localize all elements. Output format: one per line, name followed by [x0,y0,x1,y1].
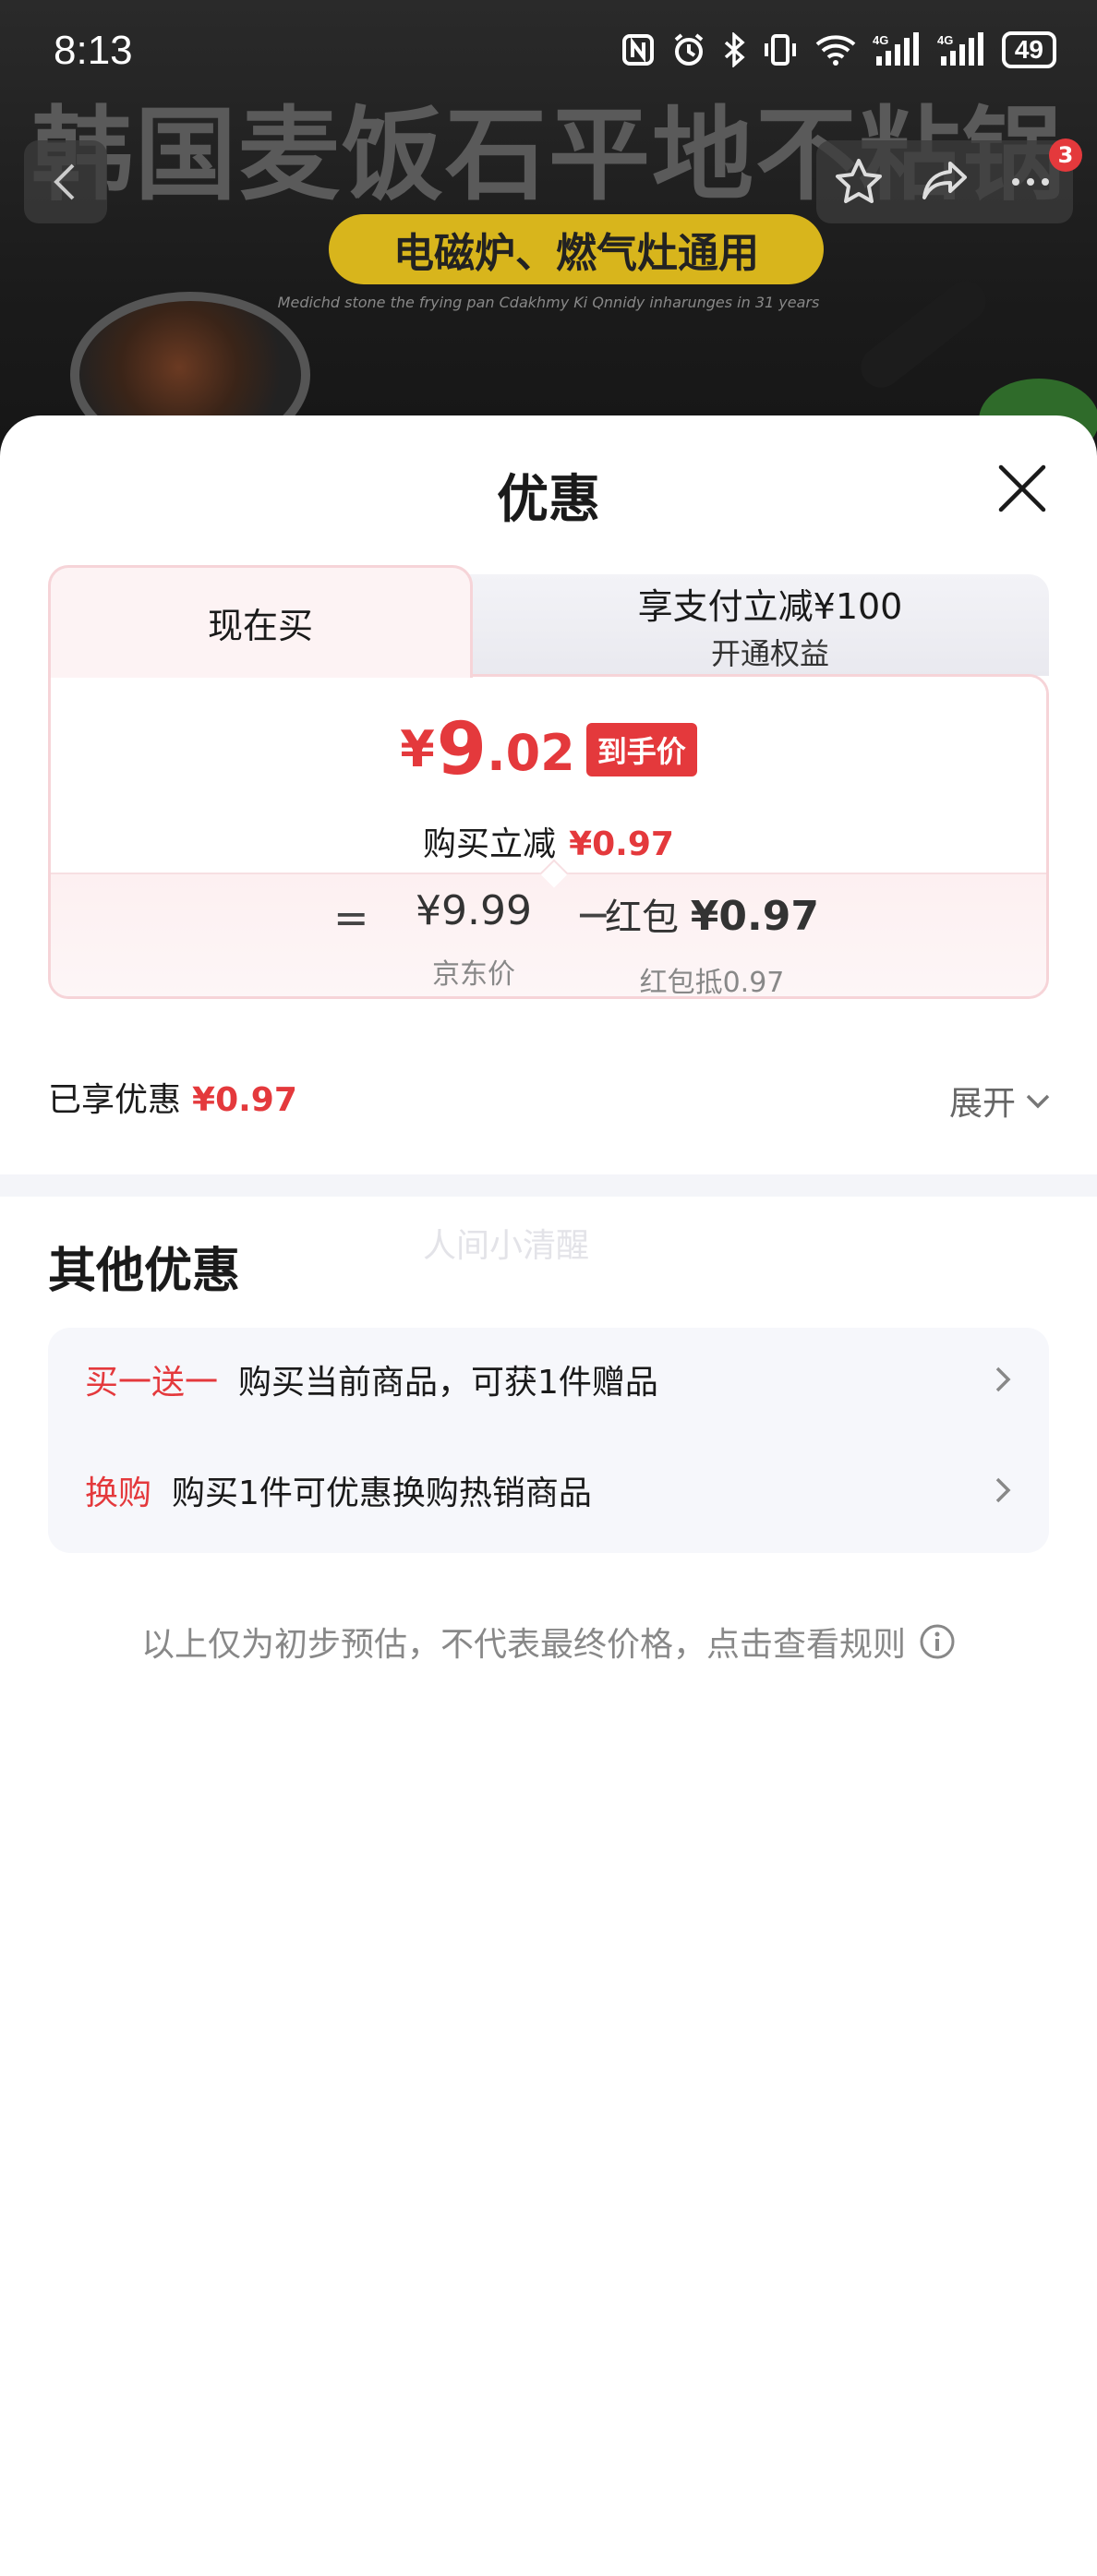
promo-text: 购买1件可优惠换购热销商品 [172,1475,592,1512]
tab-buy-now-label: 现在买 [207,606,313,646]
red-packet-value: ¥0.97 [690,893,819,940]
back-button[interactable] [24,140,107,223]
vibrate-icon [764,34,796,66]
tab-pay-discount[interactable]: 享支付立减¥100 开通权益 [454,574,1049,676]
enjoyed-discount-label: 已享优惠 [48,1081,182,1119]
equals-sign: = [333,893,369,943]
share-button[interactable] [908,145,982,219]
nav-action-group [816,140,1073,223]
final-price: ¥ 9 .02 到手价 [51,714,1046,786]
red-packet-block: 红包 ¥0.97 红包抵0.97 [583,887,841,999]
enjoyed-discount-value: ¥0.97 [192,1081,297,1119]
pan-handle-image [852,272,995,396]
final-price-integer: 9 [436,708,488,791]
other-discounts-list: 买一送一 购买当前商品，可获1件赠品 换购 购买1件可优惠换购热销商品 [48,1328,1049,1553]
promo-buy-one-get-one[interactable]: 买一送一 购买当前商品，可获1件赠品 [85,1342,1016,1416]
chevron-right-icon [995,1366,1011,1392]
close-button[interactable] [994,460,1051,517]
enjoyed-discount: 已享优惠 ¥0.97 [48,1073,297,1121]
red-packet-caption: 红包抵0.97 [639,967,785,999]
final-price-symbol: ¥ [400,720,435,778]
banner-subtitle: Medichd stone the frying pan Cdakhmy Ki … [277,294,820,311]
promo-tag: 买一送一 [85,1364,219,1402]
watermark: 人间小清醒 [423,1227,590,1265]
favorite-button[interactable] [822,145,896,219]
jd-price-block: ¥9.99 京东价 [391,887,557,992]
star-icon [836,159,883,203]
info-icon [920,1624,955,1659]
purchase-reduction-label: 购买立减 [423,825,557,863]
chevron-down-icon [1026,1094,1050,1109]
expand-button[interactable]: 展开 [949,1077,1051,1125]
close-icon [998,464,1046,512]
tab-pay-discount-subtitle: 开通权益 [710,635,829,671]
final-price-decimal: .02 [487,724,575,782]
signal-4g-icon: 4G [873,32,919,66]
final-price-tag: 到手价 [585,723,697,776]
battery-icon: 49 [1001,31,1056,68]
other-discounts-title: 其他优惠 [48,1244,241,1299]
price-rules-link[interactable]: 以上仅为初步预估，不代表最终价格，点击查看规则 [0,1618,1097,1666]
wifi-icon [815,35,856,66]
more-icon [1011,178,1049,186]
jd-price-value: ¥9.99 [416,887,532,934]
expand-label: 展开 [948,1085,1016,1123]
chevron-right-icon [995,1477,1011,1503]
purchase-reduction-value: ¥0.97 [569,825,674,863]
back-arrow-icon [54,163,75,200]
status-icons: 4G 4G 49 [621,31,1056,68]
svg-text:4G: 4G [873,33,888,47]
share-icon [922,162,967,199]
banner-pill: 电磁炉、燃气灶通用 [329,214,824,284]
price-card-body: ¥ 9 .02 到手价 购买立减 ¥0.97 = ¥9.99 京东价 − 红包 ¥… [48,674,1049,999]
nfc-icon [621,34,654,66]
red-packet-line: 红包 ¥0.97 [583,887,841,941]
section-divider [0,1174,1097,1197]
promo-trade-in[interactable]: 换购 购买1件可优惠换购热销商品 [85,1453,1016,1527]
svg-text:4G: 4G [937,33,953,47]
promo-text: 购买当前商品，可获1件赠品 [238,1364,658,1402]
tab-pay-discount-title: 享支付立减¥100 [637,585,903,627]
price-card: 享支付立减¥100 开通权益 现在买 ¥ 9 .02 到手价 购买立减 ¥0.97… [48,565,1049,999]
sheet-title: 优惠 [497,470,600,530]
discount-sheet: 优惠 享支付立减¥100 开通权益 现在买 ¥ 9 .02 到手价 购买立减 ¥0… [0,415,1097,2576]
price-breakdown: = ¥9.99 京东价 − 红包 ¥0.97 红包抵0.97 [51,873,1046,999]
footnote-text: 以上仅为初步预估，不代表最终价格，点击查看规则 [140,1626,906,1664]
cart-badge: 3 [1049,138,1082,172]
alarm-icon [674,33,704,66]
status-bar: 8:13 4G 4G 49 [0,0,1097,102]
red-packet-label: 红包 [605,897,680,939]
bluetooth-icon [724,32,745,67]
status-time: 8:13 [54,28,133,73]
purchase-reduction: 购买立减 ¥0.97 [51,817,1046,865]
promo-tag: 换购 [85,1475,152,1512]
tab-buy-now[interactable]: 现在买 [48,565,473,678]
jd-price-caption: 京东价 [432,958,515,991]
final-price-section: ¥ 9 .02 到手价 购买立减 ¥0.97 [51,677,1046,873]
signal-4g-icon: 4G [937,32,983,66]
